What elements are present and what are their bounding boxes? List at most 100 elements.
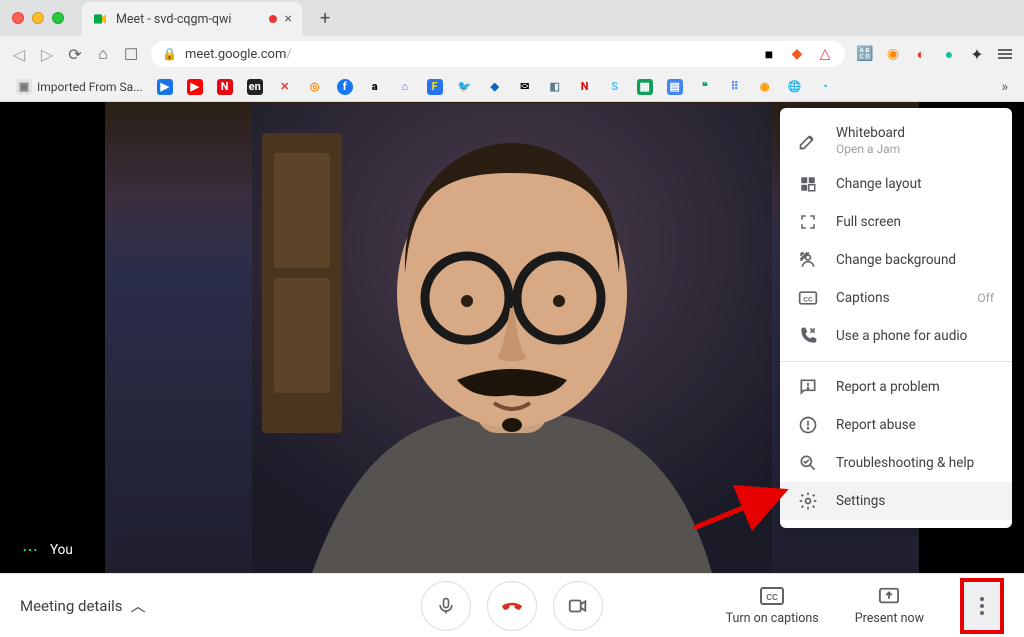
extensions-button[interactable]: ✦ — [968, 45, 986, 63]
bm-icon-20[interactable]: ⠿ — [727, 79, 743, 95]
bm-sheets-icon[interactable]: ▦ — [637, 79, 653, 95]
bm-amazon-icon[interactable]: a — [367, 79, 383, 95]
browser-chrome: Meet - svd-cqgm-qwi × + ◁ ▷ ⟳ ⌂ ☐ 🔒 meet… — [0, 0, 1024, 102]
present-now-button[interactable]: Present now — [855, 585, 924, 626]
svg-text:CC: CC — [803, 296, 813, 303]
participant-self-label: ⋯ You — [22, 540, 73, 559]
recording-indicator-icon — [269, 15, 277, 23]
menu-change-background[interactable]: Change background — [780, 241, 1012, 279]
bm-netflix-icon[interactable]: N — [217, 79, 233, 95]
bm-docs-icon[interactable]: ▤ — [667, 79, 683, 95]
bm-icon-12[interactable]: ◆ — [487, 79, 503, 95]
leave-call-button[interactable] — [487, 581, 537, 631]
bm-gmail-icon[interactable]: ✉ — [517, 79, 533, 95]
self-options-icon[interactable]: ⋯ — [22, 540, 40, 559]
chevron-up-icon: ︿ — [131, 595, 146, 616]
menu-report-abuse[interactable]: Report abuse — [780, 406, 1012, 444]
bookmark-button[interactable]: ☐ — [122, 45, 140, 64]
menu-change-layout[interactable]: Change layout — [780, 165, 1012, 203]
back-button[interactable]: ◁ — [10, 45, 28, 64]
brave-shield-icon[interactable]: ◆ — [788, 45, 806, 63]
bm-icon-14[interactable]: ◧ — [547, 79, 563, 95]
mic-icon — [436, 596, 456, 616]
bm-flipkart-icon[interactable]: F — [427, 79, 443, 95]
menu-whiteboard-label: Whiteboard Open a Jam — [836, 125, 994, 156]
urlbar-icons: ■ ◆ △ — [760, 45, 834, 63]
bm-icon-1[interactable]: ▶ — [157, 79, 173, 95]
camera-feed-placeholder — [252, 103, 772, 573]
reload-button[interactable]: ⟳ — [66, 45, 84, 64]
bm-facebook-icon[interactable]: f — [337, 79, 353, 95]
troubleshoot-icon — [798, 453, 818, 473]
bm-twitter-icon[interactable]: 🐦 — [457, 79, 473, 95]
menu-full-screen[interactable]: Full screen — [780, 203, 1012, 241]
browser-menu-button[interactable] — [996, 49, 1014, 59]
right-controls: CC Turn on captions Present now — [726, 578, 1004, 634]
captions-icon: CC — [798, 288, 818, 308]
meeting-details-button[interactable]: Meeting details ︿ — [20, 595, 146, 616]
kebab-icon — [980, 597, 984, 615]
window-minimize-button[interactable] — [32, 12, 44, 24]
menu-troubleshoot[interactable]: Troubleshooting & help — [780, 444, 1012, 482]
mic-toggle-button[interactable] — [421, 581, 471, 631]
folder-icon: ▣ — [16, 79, 32, 95]
gear-icon — [798, 491, 818, 511]
bm-hangouts-icon[interactable]: ❝ — [697, 79, 713, 95]
forward-button[interactable]: ▷ — [38, 45, 56, 64]
ext-icon-red[interactable]: ◐ — [912, 45, 930, 63]
camera-indicator-icon[interactable]: ■ — [760, 45, 778, 63]
hangup-icon — [499, 593, 525, 619]
bm-icon-15[interactable]: N — [577, 79, 593, 95]
captions-state: Off — [977, 291, 994, 305]
menu-report-problem[interactable]: Report a problem — [780, 368, 1012, 406]
new-tab-button[interactable]: + — [310, 8, 340, 29]
ext-grammarly-icon[interactable]: ● — [940, 45, 958, 63]
url-text: meet.google.com/ — [185, 47, 292, 62]
bookmark-bar: ▣ Imported From Sa... ▶ ▶ N en ✕ ◎ f a ⌂… — [0, 72, 1024, 102]
warning-icon[interactable]: △ — [816, 45, 834, 63]
tab-title: Meet - svd-cqgm-qwi — [116, 12, 261, 27]
svg-text:CC: CC — [766, 593, 778, 602]
toolbar-right-icons: 🔠 ◉ ◐ ● ✦ — [856, 45, 1014, 63]
bm-icon-4[interactable]: en — [247, 79, 263, 95]
menu-captions[interactable]: CC Captions Off — [780, 279, 1012, 317]
bm-icon-5[interactable]: ✕ — [277, 79, 293, 95]
feedback-icon — [798, 377, 818, 397]
ext-icon-orange[interactable]: ◉ — [884, 45, 902, 63]
bm-icon-16[interactable]: S — [607, 79, 623, 95]
tab-close-button[interactable]: × — [285, 11, 292, 27]
menu-settings[interactable]: Settings — [780, 482, 1012, 520]
window-controls — [12, 12, 64, 24]
menu-whiteboard[interactable]: Whiteboard Open a Jam — [780, 116, 1012, 165]
abuse-icon — [798, 415, 818, 435]
browser-tab[interactable]: Meet - svd-cqgm-qwi × — [82, 2, 302, 36]
layout-icon — [798, 174, 818, 194]
bookmarks-folder[interactable]: ▣ Imported From Sa... — [16, 79, 143, 95]
bm-icon-21[interactable]: ◉ — [757, 79, 773, 95]
bm-icon-9[interactable]: ⌂ — [397, 79, 413, 95]
titlebar: Meet - svd-cqgm-qwi × + — [0, 0, 1024, 36]
ext-translate-icon[interactable]: 🔠 — [856, 45, 874, 63]
more-options-button[interactable] — [960, 578, 1004, 634]
bm-icon-6[interactable]: ◎ — [307, 79, 323, 95]
camera-toggle-button[interactable] — [553, 581, 603, 631]
turn-on-captions-button[interactable]: CC Turn on captions — [726, 585, 819, 626]
more-options-menu: Whiteboard Open a Jam Change layout Full… — [780, 108, 1012, 528]
present-icon — [878, 585, 900, 607]
window-zoom-button[interactable] — [52, 12, 64, 24]
bottom-bar: Meeting details ︿ CC Turn on captions Pr… — [0, 573, 1024, 637]
phone-icon — [798, 326, 818, 346]
url-bar[interactable]: 🔒 meet.google.com/ ■ ◆ △ — [150, 40, 846, 68]
fullscreen-icon — [798, 212, 818, 232]
toolbar: ◁ ▷ ⟳ ⌂ ☐ 🔒 meet.google.com/ ■ ◆ △ 🔠 ◉ ◐… — [0, 36, 1024, 72]
meet-favicon-icon — [92, 11, 108, 27]
bm-youtube-icon[interactable]: ▶ — [187, 79, 203, 95]
lock-icon: 🔒 — [162, 47, 177, 61]
bm-chrome-icon[interactable]: 🌐 — [787, 79, 803, 95]
window-close-button[interactable] — [12, 12, 24, 24]
home-button[interactable]: ⌂ — [94, 44, 112, 64]
bm-icon-23[interactable]: ◔ — [817, 79, 833, 95]
menu-phone-audio[interactable]: Use a phone for audio — [780, 317, 1012, 355]
bookmark-overflow-button[interactable]: » — [1001, 79, 1008, 95]
cc-icon: CC — [760, 585, 784, 607]
